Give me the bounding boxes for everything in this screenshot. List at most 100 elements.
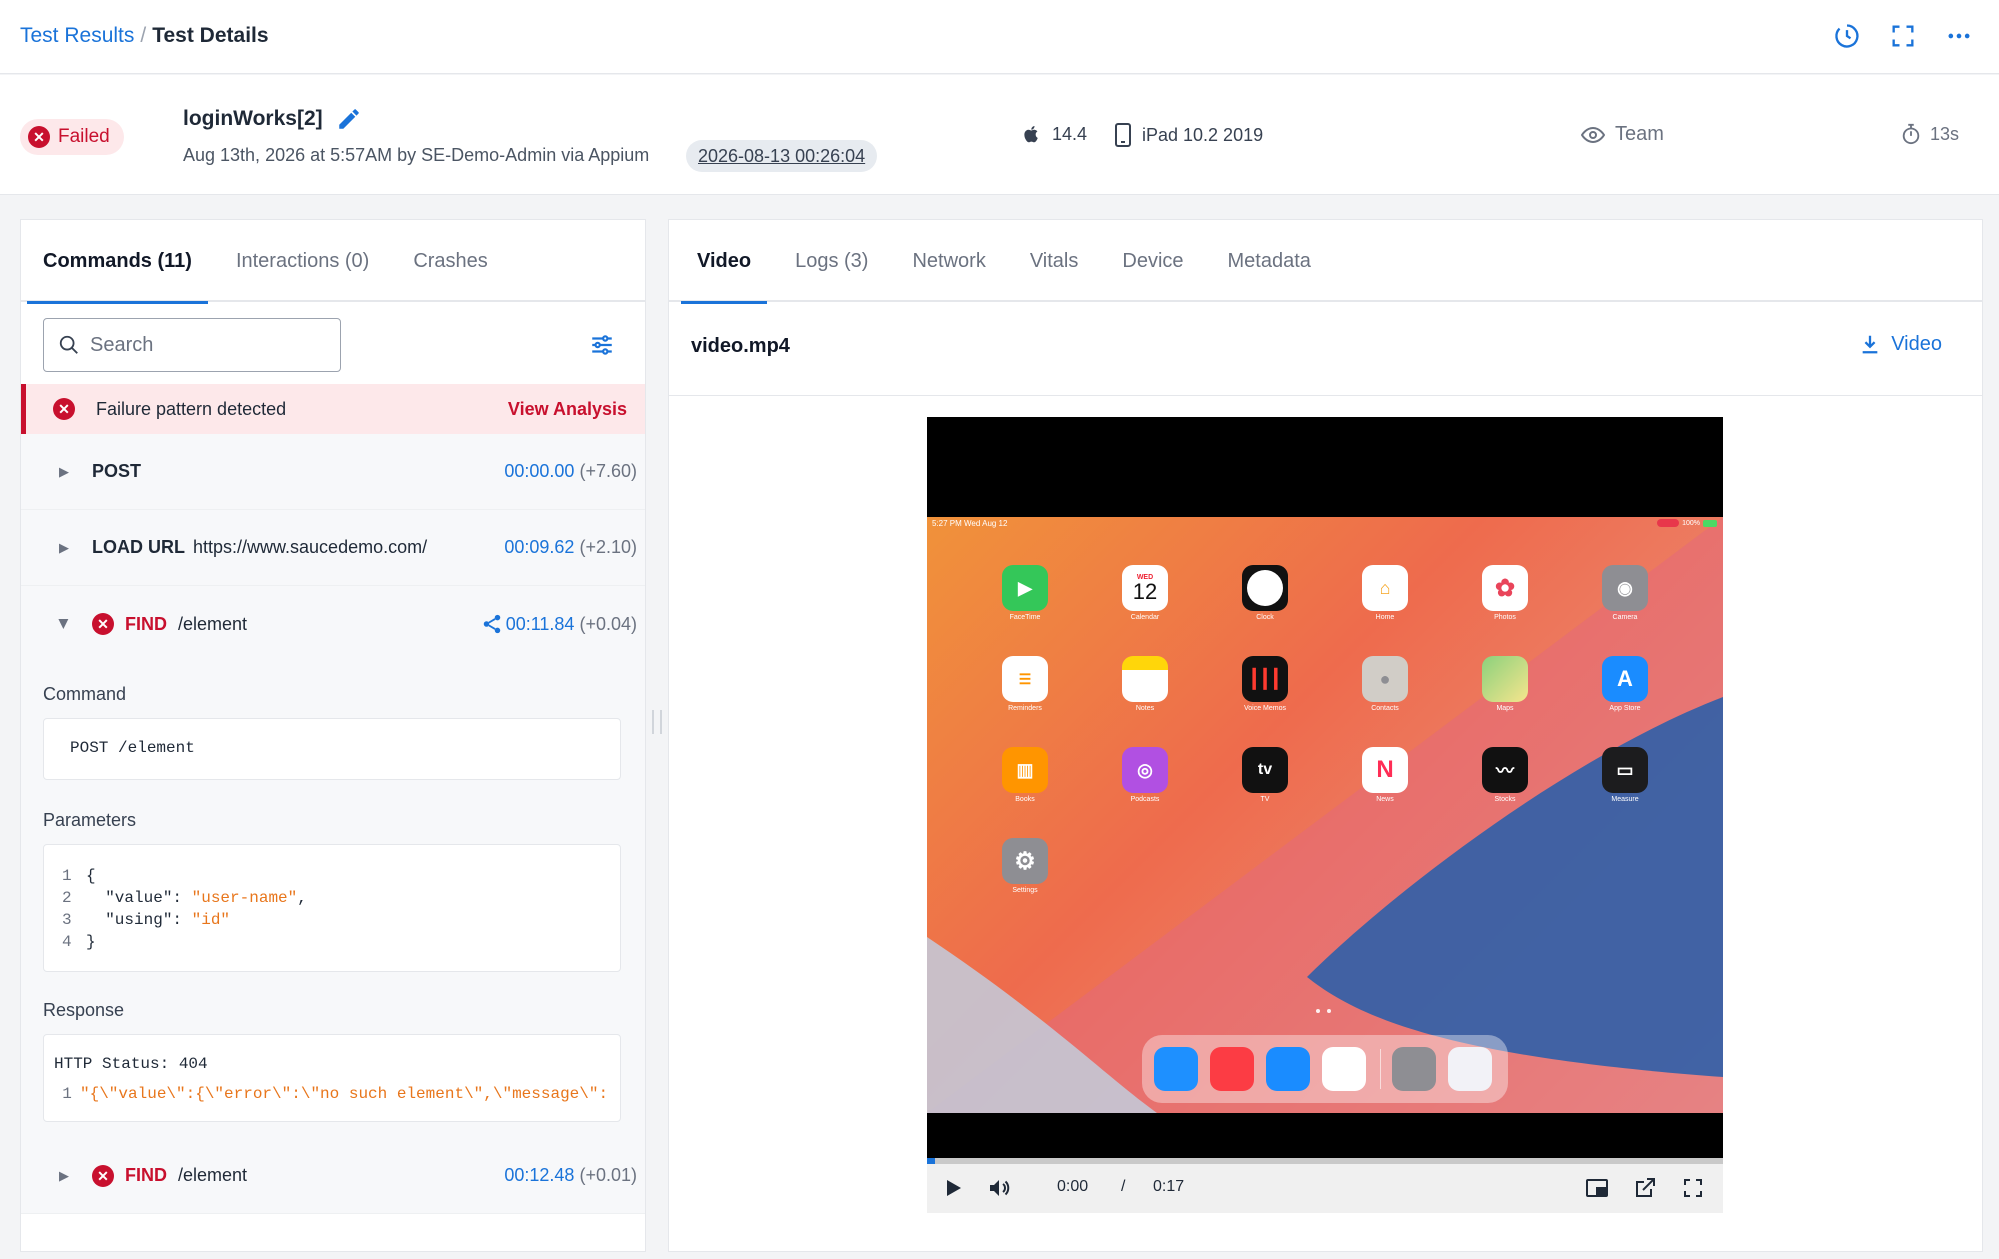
app-photos[interactable]: ✿ Photos (1475, 565, 1535, 621)
clock-icon (1242, 565, 1288, 611)
expand-caret-icon[interactable]: ▶ (59, 464, 69, 480)
command-time[interactable]: 00:11.84 (+0.04) (506, 614, 637, 635)
video-progress-bar[interactable] (927, 1158, 1723, 1164)
app-podcasts[interactable]: ◎ Podcasts (1115, 747, 1175, 803)
tab-video[interactable]: Video (675, 220, 773, 304)
command-time[interactable]: 00:00.00 (+7.60) (504, 461, 637, 482)
view-analysis-link[interactable]: View Analysis (508, 399, 627, 420)
expand-caret-icon[interactable]: ▶ (59, 540, 69, 556)
search-input[interactable] (90, 333, 310, 357)
tab-commands[interactable]: Commands (11) (21, 220, 214, 304)
command-row[interactable]: ▶ LOAD URL https://www.saucedemo.com/ 00… (21, 510, 645, 586)
app-label: Calendar (1130, 614, 1160, 621)
music-icon[interactable] (1210, 1047, 1254, 1091)
open-external-icon[interactable] (1633, 1176, 1657, 1200)
breadcrumb-test-results-link[interactable]: Test Results (20, 24, 134, 47)
error-icon: ✕ (53, 398, 75, 420)
app-reminders[interactable]: ☰ Reminders (995, 656, 1055, 712)
ipad-dock (1142, 1035, 1508, 1103)
tab-metadata[interactable]: Metadata (1206, 220, 1333, 302)
app-tv[interactable]: tv TV (1235, 747, 1295, 803)
panel-resize-handle[interactable] (652, 710, 662, 734)
app-calendar[interactable]: WED 12 Calendar (1115, 565, 1175, 621)
command-time[interactable]: 00:09.62 (+2.10) (504, 537, 637, 558)
share-icon[interactable] (481, 613, 503, 635)
download-icon (1862, 335, 1878, 354)
command-row-expanded[interactable]: ▶ ✕ FIND /element 00:11.84 (+0.04) (21, 586, 645, 662)
command-delta: (+7.60) (579, 461, 637, 481)
download-video-button[interactable]: Video (1859, 332, 1942, 356)
error-icon: ✕ (92, 1165, 114, 1187)
fullscreen-icon[interactable] (1889, 22, 1917, 50)
fullscreen-video-icon[interactable] (1681, 1176, 1705, 1200)
command-timestamp: 00:11.84 (505, 613, 575, 634)
code-line: 2 "value": "user-name", (62, 889, 307, 907)
date-chip[interactable]: 2026-08-13 00:26:04 (686, 140, 878, 172)
tab-network[interactable]: Network (890, 220, 1007, 302)
command-row[interactable]: ▶ POST 00:00.00 (+7.60) (21, 434, 645, 510)
files-icon[interactable] (1322, 1047, 1366, 1091)
eye-icon (1581, 126, 1605, 143)
mail-icon[interactable] (1266, 1047, 1310, 1091)
app-home[interactable]: ⌂ Home (1355, 565, 1415, 621)
collapse-caret-icon[interactable]: ▶ (56, 619, 72, 629)
ipad-home-screen: 5:27 PM Wed Aug 12 100% ▶ FaceTime WED 12 C… (927, 517, 1723, 1113)
tab-device[interactable]: Device (1100, 220, 1205, 302)
app-app-store[interactable]: A App Store (1595, 656, 1655, 712)
command-time[interactable]: 00:12.48 (+0.01) (504, 1165, 637, 1186)
history-icon[interactable] (1833, 22, 1861, 50)
app-clock[interactable]: Clock (1235, 565, 1295, 621)
device-name: iPad 10.2 2019 (1142, 124, 1264, 145)
tab-interactions[interactable]: Interactions (0) (214, 220, 391, 302)
settings-dock-icon[interactable] (1392, 1047, 1436, 1091)
safari-icon[interactable] (1154, 1047, 1198, 1091)
command-method: POST (92, 461, 142, 481)
app-settings[interactable]: ⚙ Settings (995, 838, 1055, 894)
expand-caret-icon[interactable]: ▶ (59, 1168, 69, 1184)
app-camera[interactable]: ◉ Camera (1595, 565, 1655, 621)
parameters-code: 1{ 2 "value": "user-name", 3 "using": "i… (43, 844, 621, 972)
tab-vitals[interactable]: Vitals (1008, 220, 1101, 302)
app-news[interactable]: N News (1355, 747, 1415, 803)
current-time: 0:00 (1057, 1178, 1089, 1195)
photos-icon: ✿ (1482, 565, 1528, 611)
app-books[interactable]: ▥ Books (995, 747, 1055, 803)
picture-in-picture-icon[interactable] (1585, 1176, 1609, 1200)
page-dots (1316, 1009, 1331, 1013)
app-label: Maps (1496, 705, 1514, 712)
app-store-icon: A (1602, 656, 1648, 702)
play-icon[interactable] (941, 1176, 965, 1200)
contacts-icon: ● (1362, 656, 1408, 702)
command-code: POST /element (43, 718, 621, 780)
app-contacts[interactable]: ● Contacts (1355, 656, 1415, 712)
command-row[interactable]: ▶ ✕ FIND /element 00:12.48 (+0.01) (21, 1138, 645, 1214)
tab-crashes[interactable]: Crashes (391, 220, 509, 302)
code-text: } (86, 933, 96, 951)
reminders-icon: ☰ (1002, 656, 1048, 702)
app-measure[interactable]: ▭ Measure (1595, 747, 1655, 803)
app-voice-memos[interactable]: ┃┃┃ Voice Memos (1235, 656, 1295, 712)
top-bar: Test Results / Test Details (0, 0, 1999, 74)
download-label: Video (1891, 332, 1942, 355)
settings-gear-icon: ⚙ (1002, 838, 1048, 884)
video-player[interactable]: 5:27 PM Wed Aug 12 100% ▶ FaceTime WED 12 C… (927, 417, 1723, 1213)
device-info: iPad 10.2 2019 (1114, 123, 1263, 147)
app-notes[interactable]: Notes (1115, 656, 1175, 712)
page-dot (1316, 1009, 1320, 1013)
app-library-icon[interactable] (1448, 1047, 1492, 1091)
tab-logs[interactable]: Logs (3) (773, 220, 890, 302)
battery-percent: 100% (1682, 519, 1700, 527)
artifacts-panel: Video Logs (3) Network Vitals Device Met… (668, 219, 1983, 1252)
filter-sliders-icon[interactable] (589, 332, 615, 358)
maps-icon (1482, 656, 1528, 702)
app-stocks[interactable]: 〰 Stocks (1475, 747, 1535, 803)
app-label: Clock (1256, 614, 1274, 621)
more-options-icon[interactable] (1945, 22, 1973, 50)
command-delta: (+0.04) (579, 613, 637, 634)
app-maps[interactable]: Maps (1475, 656, 1535, 712)
volume-icon[interactable] (987, 1176, 1011, 1200)
code-text: { (86, 867, 96, 885)
top-actions (1833, 22, 1973, 50)
app-facetime[interactable]: ▶ FaceTime (995, 565, 1055, 621)
edit-pencil-icon[interactable] (336, 106, 362, 132)
